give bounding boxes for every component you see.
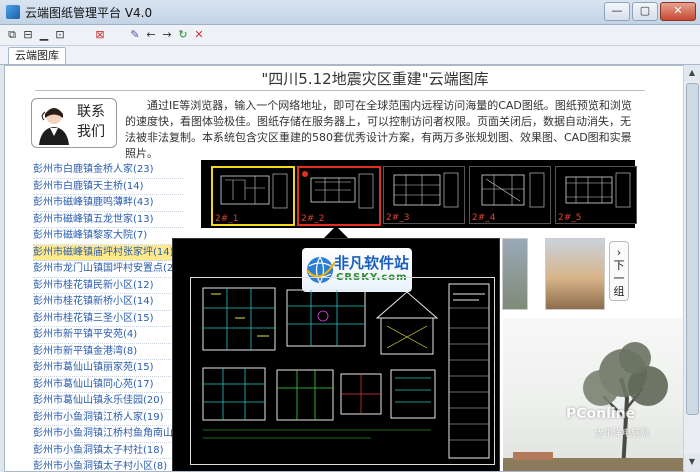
drawing-preview-popup[interactable]: 非凡软件站 CRSKY.com xyxy=(172,238,500,471)
photo-preview xyxy=(503,318,683,471)
thumbnail-label: 2#_5 xyxy=(558,213,582,223)
project-list-item[interactable]: 彭州市小鱼洞镇太子村小区(8) xyxy=(33,459,183,471)
back-arrow-icon[interactable]: ← xyxy=(143,27,159,42)
project-list-item[interactable]: 彭州市桂花镇三圣小区(15) xyxy=(33,311,183,327)
popup-pointer xyxy=(324,226,348,238)
scrollbar-thumb[interactable] xyxy=(686,83,699,415)
minimize-button[interactable]: — xyxy=(604,2,630,21)
cad-drawing-image xyxy=(202,283,490,459)
project-list-item[interactable]: 彭州市葛仙山镇同心苑(17) xyxy=(33,377,183,393)
maximize-button[interactable]: ▢ xyxy=(632,2,658,21)
intro-paragraph: 通过IE等浏览器，输入一个网络地址，即可在全球范围内远程访问海量的CAD图纸。图… xyxy=(125,99,632,160)
project-list-item[interactable]: 彭州市葛仙山镇永乐佳园(20) xyxy=(33,393,183,410)
thumbnail-label: 2#_2 xyxy=(301,214,325,224)
next-group-label: 下一组 xyxy=(613,259,625,298)
edit-icon[interactable]: ✎ xyxy=(127,27,143,42)
drawing-thumbnail[interactable]: 2#_3 xyxy=(383,166,465,224)
window-title: 云端图纸管理平台 V4.0 xyxy=(25,6,153,20)
thumbnail-label: 2#_1 xyxy=(215,214,239,224)
tile-icon[interactable]: ⊟ xyxy=(20,27,36,42)
project-list-item[interactable]: 彭州市磁峰镇五龙世家(13) xyxy=(33,212,183,228)
restore-icon[interactable]: ⊡ xyxy=(52,27,68,42)
scroll-up-arrow-icon[interactable]: ▲ xyxy=(684,65,700,81)
main-content: "四川5.12地震灾区重建"云端图库 联系 我们 通过IE等浏览器，输入一个网络… xyxy=(4,65,684,472)
project-list-item[interactable]: 彭州市龙门山镇国坪村安置点(20) xyxy=(33,261,183,278)
project-list-item[interactable]: 彭州市小鱼洞镇江桥人家(19) xyxy=(33,410,183,426)
cad-drawing-preview xyxy=(220,173,288,209)
close-button[interactable]: ✕ xyxy=(660,2,696,21)
photo-thumbnail[interactable] xyxy=(545,238,605,310)
project-list-item[interactable]: 彭州市桂花镇新桥小区(14) xyxy=(33,294,183,311)
cascade-icon[interactable]: ⧉ xyxy=(4,27,20,42)
cad-drawing-preview-large xyxy=(190,277,495,465)
customer-service-avatar-icon xyxy=(39,108,69,145)
watermark-brand: PConline xyxy=(566,406,636,422)
project-list-item[interactable]: 彭州市新平镇平安苑(4) xyxy=(33,327,183,344)
logo-chinese-text: 非凡软件站 xyxy=(334,254,410,272)
app-icon xyxy=(6,5,20,19)
cad-drawing-preview xyxy=(565,172,631,208)
thumbnail-label: 2#_4 xyxy=(472,213,496,223)
watermark-sub: 太平洋电脑网 xyxy=(595,429,650,439)
project-list-item-active[interactable]: 彭州市磁峰镇庙坪村张家坪(14) xyxy=(33,244,183,261)
close-all-icon[interactable]: ⊠ xyxy=(92,27,108,42)
project-list: 彭州市白鹿镇金桥人家(23) 彭州市白鹿镇天主桥(14) 彭州市磁峰镇鹿鸣薄畔(… xyxy=(33,162,183,471)
contact-us-button[interactable]: 联系 我们 xyxy=(31,98,117,148)
project-list-item[interactable]: 彭州市小鱼洞镇江桥村鱼角南山(18) xyxy=(33,426,183,443)
drawing-thumbnail-strip: 2#_1 2#_2 2#_3 2#_4 2#_5 xyxy=(201,160,637,228)
next-group-button[interactable]: › 下一组 xyxy=(609,241,629,301)
stop-icon[interactable]: ✕ xyxy=(191,27,207,42)
project-list-item[interactable]: 彭州市磁峰镇黎家大院(7) xyxy=(33,228,183,245)
contact-label-line2: 我们 xyxy=(77,124,105,140)
project-list-item[interactable]: 彭州市葛仙山镇丽家苑(15) xyxy=(33,360,183,377)
drawing-thumbnail[interactable]: 2#_4 xyxy=(469,166,551,224)
page-title: "四川5.12地震灾区重建"云端图库 xyxy=(261,70,489,88)
cad-drawing-preview xyxy=(481,172,545,208)
tab-cloud-gallery[interactable]: 云端图库 xyxy=(8,47,66,64)
drawing-thumbnail[interactable]: 2#_2 xyxy=(297,166,381,226)
toolbar: ⧉ ⊟ ▁ ⊡ ⊠ ✎ ← → ↻ ✕ xyxy=(0,25,700,46)
forward-arrow-icon[interactable]: → xyxy=(159,27,175,42)
scroll-down-arrow-icon[interactable]: ▼ xyxy=(684,454,700,470)
project-list-item[interactable]: 彭州市小鱼洞镇太子村社(18) xyxy=(33,443,183,459)
project-list-item[interactable]: 彭州市桂花镇民新小区(12) xyxy=(33,278,183,294)
tab-strip: 云端图库 xyxy=(0,46,700,65)
title-bar: 云端图纸管理平台 V4.0 — ▢ ✕ xyxy=(0,0,700,25)
project-list-item[interactable]: 彭州市磁峰镇鹿鸣薄畔(43) xyxy=(33,195,183,212)
cad-drawing-preview xyxy=(302,171,374,209)
title-divider xyxy=(35,90,645,91)
contact-label-line1: 联系 xyxy=(77,104,105,120)
photo-thumbnail[interactable] xyxy=(502,238,528,310)
next-group-arrow-icon: › xyxy=(616,246,622,259)
refresh-icon[interactable]: ↻ xyxy=(175,27,191,42)
project-list-item[interactable]: 彭州市新平镇金港湾(8) xyxy=(33,344,183,360)
project-list-item[interactable]: 彭州市白鹿镇金桥人家(23) xyxy=(33,162,183,179)
project-list-item[interactable]: 彭州市白鹿镇天主桥(14) xyxy=(33,179,183,195)
cad-drawing-preview xyxy=(393,172,459,208)
drawing-thumbnail[interactable]: 2#_5 xyxy=(555,166,637,224)
drawing-thumbnail[interactable]: 2#_1 xyxy=(211,166,295,226)
thumbnail-label: 2#_3 xyxy=(386,213,410,223)
tree-photo-image xyxy=(503,342,683,471)
vertical-scrollbar[interactable]: ▲ ▼ xyxy=(683,65,700,470)
minimize-all-icon[interactable]: ▁ xyxy=(36,27,52,42)
